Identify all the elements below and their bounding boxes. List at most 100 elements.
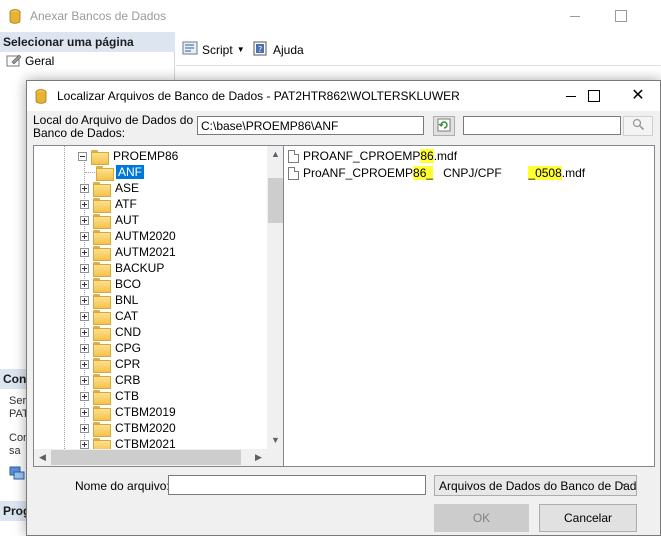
- filename-input[interactable]: [168, 475, 426, 495]
- file-name-highlight: 86: [420, 149, 434, 163]
- expand-icon[interactable]: [80, 423, 89, 433]
- expand-icon[interactable]: [80, 295, 89, 305]
- svg-text:?: ?: [258, 45, 262, 54]
- tree-item-cat[interactable]: CAT: [80, 308, 140, 325]
- tree-horizontal-scrollbar[interactable]: ◀ ▶: [34, 449, 267, 466]
- minimize-button[interactable]: [561, 86, 583, 106]
- tree-item-cpr[interactable]: CPR: [80, 356, 142, 373]
- tree-item-ctbm2019[interactable]: CTBM2019: [80, 404, 178, 421]
- file-name-prefix: ProANF_CPROEMP: [303, 166, 414, 180]
- file-item[interactable]: ProANF_CPROEMP 86_ CNPJ/CPF _0508 .mdf: [288, 165, 585, 181]
- expand-icon[interactable]: [80, 247, 89, 257]
- file-item[interactable]: PROANF_CPROEMP 86 .mdf: [288, 148, 457, 164]
- refresh-icon: [437, 118, 451, 135]
- expand-icon[interactable]: [80, 279, 89, 289]
- tree-item-cpg[interactable]: CPG: [80, 340, 143, 357]
- folder-icon: [93, 181, 111, 197]
- locate-database-files-dialog: Localizar Arquivos de Banco de Dados - P…: [26, 80, 661, 536]
- tree-item-label: BACKUP: [115, 261, 165, 275]
- tree-item-label: CTBM2019: [115, 405, 176, 419]
- tree-item-label: CAT: [115, 309, 139, 323]
- folder-icon: [93, 389, 111, 405]
- scroll-left-arrow-icon[interactable]: ◀: [34, 449, 51, 466]
- tree-item-label: CTB: [115, 389, 139, 403]
- expand-icon[interactable]: [80, 407, 89, 417]
- tree-item-ctbm2020[interactable]: CTBM2020: [80, 420, 178, 437]
- expand-icon[interactable]: [80, 199, 89, 209]
- expand-icon[interactable]: [80, 327, 89, 337]
- background-maximize-button[interactable]: [612, 6, 632, 26]
- folder-icon: [93, 405, 111, 421]
- page-item-geral[interactable]: Geral: [6, 53, 54, 69]
- connection-properties-icon[interactable]: [9, 466, 25, 480]
- expand-icon[interactable]: [80, 359, 89, 369]
- tree-item-cnd[interactable]: CND: [80, 324, 143, 341]
- file-name-highlight: _0508: [528, 166, 562, 180]
- tree-item-crb[interactable]: CRB: [80, 372, 142, 389]
- folder-tree-items: PROEMP86 ANF ASE ATF AUT AUTM2020 AUTM2021 BA…: [34, 146, 267, 449]
- ok-button[interactable]: OK: [434, 504, 529, 532]
- expand-icon[interactable]: [80, 215, 89, 225]
- tree-vertical-scrollbar[interactable]: ▲ ▼: [267, 146, 283, 449]
- connection-value-fragment: sa: [9, 445, 21, 457]
- help-label: Ajuda: [273, 43, 304, 57]
- tree-item-autm2021[interactable]: AUTM2021: [80, 244, 178, 261]
- file-name-middle: CNPJ/CPF: [433, 166, 529, 180]
- tree-item-autm2020[interactable]: AUTM2020: [80, 228, 178, 245]
- file-list[interactable]: PROANF_CPROEMP 86 .mdf ProANF_CPROEMP 86_ C…: [284, 145, 655, 467]
- expand-icon[interactable]: [80, 343, 89, 353]
- folder-icon: [93, 325, 111, 341]
- scroll-down-arrow-icon[interactable]: ▼: [267, 432, 283, 449]
- maximize-button[interactable]: [582, 86, 604, 106]
- tree-vertical-scroll-thumb[interactable]: [268, 178, 283, 223]
- tree-item-bnl[interactable]: BNL: [80, 292, 140, 309]
- tree-guide-line: [64, 146, 65, 449]
- refresh-button[interactable]: [433, 116, 455, 136]
- tree-item-label: BCO: [115, 277, 142, 291]
- tree-item-backup[interactable]: BACKUP: [80, 260, 166, 277]
- expand-icon[interactable]: [80, 391, 89, 401]
- folder-icon: [93, 213, 111, 229]
- collapse-icon[interactable]: [78, 151, 87, 161]
- tree-item-ctb[interactable]: CTB: [80, 388, 141, 405]
- expand-icon[interactable]: [80, 231, 89, 241]
- expand-icon[interactable]: [80, 311, 89, 321]
- background-minimize-button[interactable]: [566, 6, 586, 26]
- tree-item-atf[interactable]: ATF: [80, 196, 139, 213]
- tree-horizontal-scroll-thumb[interactable]: [51, 450, 241, 465]
- chevron-down-icon: ⌄: [620, 478, 629, 489]
- tree-item-proemp86[interactable]: PROEMP86: [78, 148, 180, 165]
- expand-icon[interactable]: [80, 263, 89, 273]
- tree-item-ctbm2021[interactable]: CTBM2021: [80, 436, 178, 449]
- scroll-up-arrow-icon[interactable]: ▲: [267, 146, 283, 163]
- cancel-button[interactable]: Cancelar: [539, 504, 637, 532]
- database-icon: [35, 89, 47, 107]
- tree-item-label: CPR: [115, 357, 141, 371]
- help-button[interactable]: ? Ajuda: [253, 41, 304, 59]
- tree-item-ase[interactable]: ASE: [80, 180, 141, 197]
- folder-icon: [93, 341, 111, 357]
- file-type-select[interactable]: Arquivos de Dados do Banco de Dados ⌄: [434, 475, 637, 496]
- close-button[interactable]: ✕: [627, 86, 649, 106]
- folder-tree[interactable]: PROEMP86 ANF ASE ATF AUT AUTM2020 AUTM2021 BA…: [33, 145, 284, 467]
- file-name-prefix: PROANF_CPROEMP: [303, 149, 421, 163]
- location-path-field[interactable]: C:\base\PROEMP86\ANF: [197, 116, 424, 135]
- tree-item-label: AUTM2021: [115, 245, 176, 259]
- search-input[interactable]: [463, 116, 621, 135]
- location-label: Local do Arquivo de Dados do Banco de Da…: [33, 113, 194, 140]
- scroll-right-arrow-icon[interactable]: ▶: [250, 449, 267, 466]
- tree-item-label: AUTM2020: [115, 229, 176, 243]
- tree-item-aut[interactable]: AUT: [80, 212, 141, 229]
- script-icon: [182, 41, 198, 58]
- script-button[interactable]: Script ▼: [182, 41, 245, 58]
- folder-icon: [93, 277, 111, 293]
- tree-item-anf[interactable]: ANF: [85, 164, 144, 181]
- tree-item-bco[interactable]: BCO: [80, 276, 143, 293]
- tree-item-label: PROEMP86: [113, 149, 179, 163]
- folder-icon: [93, 357, 111, 373]
- expand-icon[interactable]: [80, 375, 89, 385]
- expand-icon[interactable]: [80, 439, 89, 449]
- expand-icon[interactable]: [80, 183, 89, 193]
- folder-icon: [93, 437, 111, 449]
- search-button[interactable]: [623, 116, 653, 136]
